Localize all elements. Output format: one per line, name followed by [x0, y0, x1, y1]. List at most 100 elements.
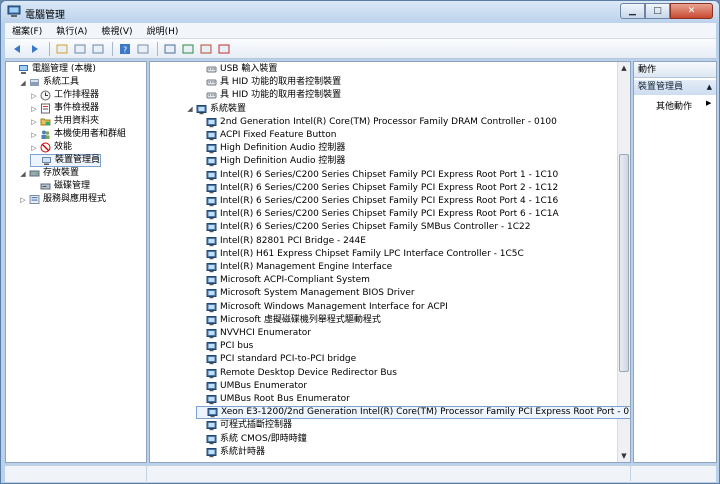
expand-icon[interactable]: ▷	[19, 196, 27, 204]
device-row[interactable]: 2nd Generation Intel(R) Core(TM) Process…	[196, 116, 557, 129]
device-row[interactable]: 可程式插斷控制器	[196, 419, 292, 432]
device-row[interactable]: Microsoft Windows Management Interface f…	[196, 301, 448, 314]
vertical-scrollbar[interactable]: ▲ ▼	[617, 62, 630, 462]
device-row[interactable]: Intel(R) 6 Series/C200 Series Chipset Fa…	[196, 195, 558, 208]
title-bar[interactable]: 電腦管理 ▁ □ ✕	[1, 1, 719, 23]
forward-icon[interactable]	[27, 41, 43, 57]
tree-item[interactable]: ◢ 系統工具	[19, 76, 79, 89]
tools-icon	[30, 79, 39, 86]
up-folder-icon[interactable]	[54, 41, 70, 57]
device-row[interactable]: Microsoft ACPI-Compliant System	[196, 274, 370, 287]
actions-section-devmgr[interactable]: 裝置管理員 ▲	[634, 80, 716, 95]
device-row[interactable]: PCI bus	[196, 340, 253, 353]
tree-item[interactable]: ▷ 效能	[30, 141, 72, 154]
navigation-tree[interactable]: 電腦管理 (本機) ◢ 系統工具 ▷ 工作排程器 ▷ 事件檢視器 ▷ 共用資料夾 ▷ 本機使用者和群…	[5, 61, 147, 463]
tree-item[interactable]: ▷ 服務與應用程式	[19, 193, 106, 206]
system-device-icon	[206, 210, 217, 220]
show-hide-icon[interactable]	[135, 41, 151, 57]
uninstall-device-icon[interactable]	[216, 41, 232, 57]
storage-icon	[29, 170, 40, 177]
device-row[interactable]: Intel(R) 82801 PCI Bridge - 244E	[196, 235, 366, 248]
system-device-icon	[206, 236, 217, 246]
scroll-down-icon[interactable]: ▼	[618, 450, 630, 462]
device-row[interactable]: UMBus Root Bus Enumerator	[196, 393, 350, 406]
scan-hardware-icon[interactable]	[162, 41, 178, 57]
device-row[interactable]: Intel(R) H61 Express Chipset Family LPC …	[196, 248, 524, 261]
tree-item[interactable]: ▷ 本機使用者和群組	[30, 128, 126, 141]
computer-management-icon	[7, 5, 21, 17]
tree-item-label: 事件檢視器	[54, 103, 100, 113]
tree-item-label: 服務與應用程式	[43, 194, 107, 204]
expand-icon[interactable]: ▷	[30, 92, 38, 100]
device-label: 系統裝置	[210, 103, 247, 114]
collapse-icon[interactable]: ◢	[19, 170, 27, 178]
menu-item-1[interactable]: 執行(A)	[49, 24, 94, 37]
minimize-button[interactable]: ▁	[620, 3, 645, 19]
tree-item[interactable]: ◢ 存放裝置	[19, 167, 79, 180]
actions-header: 動作	[634, 62, 716, 78]
more-actions-link[interactable]: 其他動作	[656, 99, 692, 112]
device-row[interactable]: Microsoft System Management BIOS Driver	[196, 287, 415, 300]
system-device-icon	[206, 315, 217, 325]
system-device-icon	[196, 104, 207, 114]
tree-item[interactable]: ▷ 事件檢視器	[30, 102, 99, 115]
back-icon[interactable]	[9, 41, 25, 57]
menu-item-0[interactable]: 檔案(F)	[5, 24, 49, 37]
properties-icon[interactable]	[90, 41, 106, 57]
folder-icon	[40, 118, 51, 126]
device-row[interactable]: 具 HID 功能的取用者控制裝置	[196, 76, 341, 89]
more-actions-arrow-icon[interactable]: ▶	[706, 99, 711, 107]
tree-item[interactable]: 磁碟管理	[30, 180, 90, 193]
expand-icon[interactable]: ▷	[30, 144, 38, 152]
system-device-icon	[206, 368, 217, 378]
device-row[interactable]: High Definition Audio 控制器	[196, 142, 345, 155]
expand-icon[interactable]: ▷	[30, 105, 38, 113]
device-row[interactable]: Remote Desktop Device Redirector Bus	[196, 367, 397, 380]
device-row[interactable]: Intel(R) 6 Series/C200 Series Chipset Fa…	[196, 221, 530, 234]
device-row[interactable]: ◢ 系統裝置	[186, 103, 246, 116]
tree-item[interactable]: 電腦管理 (本機)	[8, 63, 96, 76]
scrollbar-thumb[interactable]	[619, 154, 629, 372]
device-row[interactable]: Intel(R) 6 Series/C200 Series Chipset Fa…	[196, 169, 558, 182]
tree-item[interactable]: 裝置管理員	[30, 154, 102, 167]
menu-item-3[interactable]: 說明(H)	[140, 24, 186, 37]
show-tree-icon[interactable]	[72, 41, 88, 57]
device-row[interactable]: Intel(R) Management Engine Interface	[196, 261, 392, 274]
device-row[interactable]: Intel(R) 6 Series/C200 Series Chipset Fa…	[196, 208, 559, 221]
device-label: Xeon E3-1200/2nd Generation Intel(R) Cor…	[221, 407, 631, 418]
device-row[interactable]: 具 HID 功能的取用者控制裝置	[196, 89, 341, 102]
device-list[interactable]: ▲ ▼ USB 輸入裝置具 HID 功能的取用者控制裝置具 HID 功能的取用者…	[149, 61, 631, 463]
system-device-icon	[206, 263, 217, 273]
device-row[interactable]: UMBus Enumerator	[196, 380, 307, 393]
tree-item[interactable]: ▷ 共用資料夾	[30, 115, 99, 128]
device-row[interactable]: PCI standard PCI-to-PCI bridge	[196, 353, 356, 366]
menu-item-2[interactable]: 檢視(V)	[94, 24, 139, 37]
computer-icon	[19, 65, 28, 74]
device-label: Intel(R) H61 Express Chipset Family LPC …	[220, 248, 524, 259]
scroll-up-icon[interactable]: ▲	[618, 62, 630, 74]
device-row[interactable]: USB 輸入裝置	[196, 63, 277, 76]
device-label: Intel(R) 6 Series/C200 Series Chipset Fa…	[220, 169, 559, 180]
device-row[interactable]: High Definition Audio 控制器	[196, 155, 345, 168]
device-row[interactable]: Microsoft 虛擬磁碟機列舉程式驅動程式	[196, 314, 381, 327]
device-row[interactable]: 系統 CMOS/即時時鐘	[196, 433, 307, 446]
update-driver-icon[interactable]	[180, 41, 196, 57]
collapse-icon[interactable]: ◢	[19, 79, 27, 87]
collapse-icon[interactable]: ◢	[186, 105, 194, 113]
help-icon[interactable]: ?	[117, 41, 133, 57]
device-row[interactable]: Xeon E3-1200/2nd Generation Intel(R) Cor…	[196, 406, 631, 420]
device-row[interactable]: Intel(R) 6 Series/C200 Series Chipset Fa…	[196, 182, 558, 195]
maximize-button[interactable]: □	[645, 3, 670, 19]
expand-icon[interactable]: ▷	[30, 118, 38, 126]
device-row[interactable]: ACPI Fixed Feature Button	[196, 129, 336, 142]
expand-icon[interactable]: ▷	[30, 131, 38, 139]
tree-item[interactable]: ▷ 工作排程器	[30, 89, 99, 102]
collapse-up-icon[interactable]: ▲	[707, 80, 712, 95]
device-row[interactable]: 系統計時器	[196, 446, 265, 459]
disable-device-icon[interactable]	[198, 41, 214, 57]
close-button[interactable]: ✕	[670, 3, 713, 19]
device-row[interactable]: NVVHCI Enumerator	[196, 327, 311, 340]
